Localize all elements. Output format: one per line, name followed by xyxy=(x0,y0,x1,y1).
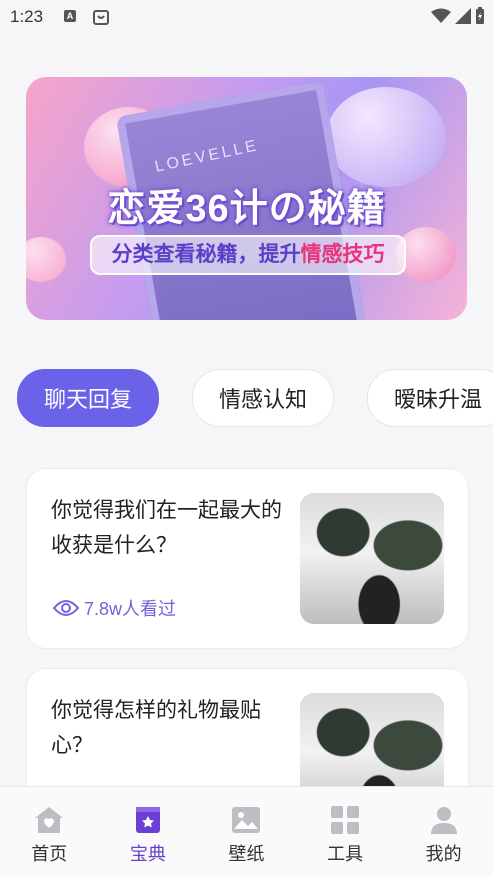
category-tab-emotional-cognition[interactable]: 情感认知 xyxy=(192,369,335,427)
nav-item-wallpaper[interactable]: 壁纸 xyxy=(197,787,296,877)
book-icon xyxy=(135,807,160,833)
home-icon xyxy=(35,807,64,833)
article-thumbnail xyxy=(300,493,444,624)
nav-item-mine[interactable]: 我的 xyxy=(394,787,493,877)
nav-label: 壁纸 xyxy=(228,844,265,864)
wifi-icon xyxy=(431,8,451,23)
nav-label: 首页 xyxy=(31,844,68,864)
promo-banner[interactable]: LOEVELLE 恋爱36计の秘籍 分类查看秘籍，提升情感技巧 xyxy=(26,77,467,320)
eye-icon xyxy=(53,600,79,616)
shopping-bag-icon xyxy=(93,10,109,25)
grid-icon xyxy=(331,806,360,834)
banner-subtitle-highlight: 情感技巧 xyxy=(300,243,385,266)
banner-title: 恋爱36计の秘籍 xyxy=(107,188,386,230)
battery-icon xyxy=(476,7,484,24)
view-count-text: 7.8w人看过 xyxy=(84,599,177,619)
nav-label: 我的 xyxy=(425,844,462,864)
person-icon xyxy=(430,807,457,834)
banner-subtitle-text: 分类查看秘籍，提升 xyxy=(111,243,301,266)
notification-a-icon: A xyxy=(64,10,76,22)
article-title: 你觉得怎样的礼物最贴心？ xyxy=(51,699,261,757)
nav-label: 工具 xyxy=(327,844,364,864)
signal-icon xyxy=(455,8,471,24)
image-icon xyxy=(232,807,261,833)
category-tab-ambiguity[interactable]: 暧昧升温 xyxy=(367,369,493,427)
category-tab-chat-reply[interactable]: 聊天回复 xyxy=(17,369,160,427)
nav-item-home[interactable]: 首页 xyxy=(0,787,99,877)
status-time: 1:23 xyxy=(10,7,44,26)
bottom-navigation: 首页 宝典 壁纸 工具 我的 xyxy=(0,786,493,877)
status-bar: 1:23 A xyxy=(0,0,493,34)
category-tabs: 聊天回复 情感认知 暧昧升温 xyxy=(17,369,493,427)
article-title: 你觉得我们在一起最大的收获是什么？ xyxy=(51,499,282,557)
heart-balloon-decoration xyxy=(26,237,66,282)
nav-label: 宝典 xyxy=(129,844,166,864)
heart-balloon-decoration xyxy=(326,87,446,187)
banner-subtitle: 分类查看秘籍，提升情感技巧 xyxy=(90,235,406,275)
view-count: 7.8w人看过 xyxy=(53,595,176,621)
nav-item-tools[interactable]: 工具 xyxy=(296,787,395,877)
book-label: LOEVELLE xyxy=(153,137,261,176)
nav-item-guide[interactable]: 宝典 xyxy=(99,787,198,877)
article-card[interactable]: 你觉得我们在一起最大的收获是什么？ 7.8w人看过 xyxy=(26,468,469,649)
